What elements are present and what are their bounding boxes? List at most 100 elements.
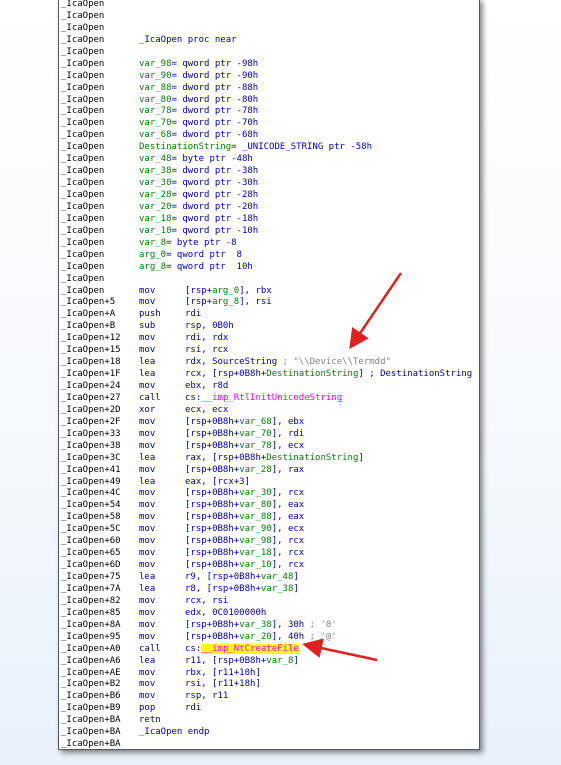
code-line[interactable]: _IcaOpen var_30= qword ptr -30h — [61, 178, 479, 190]
operand-text[interactable]: [rsp+0B8h+ — [185, 632, 239, 642]
operand-text[interactable]: [rsp+0B8h+ — [185, 512, 239, 522]
variable-name[interactable]: var_10 — [239, 560, 272, 570]
variable-name[interactable]: var_28 — [239, 465, 272, 475]
operand-text[interactable]: r8, [rsp+0B8h+ — [185, 584, 261, 594]
variable-name[interactable]: var_78 — [139, 106, 172, 116]
operand-text[interactable]: ], ecx — [272, 441, 305, 451]
operand-text[interactable]: rsp, r11 — [185, 691, 228, 701]
code-line[interactable]: _IcaOpen+58 mov [rsp+0B8h+var_88], eax — [61, 512, 479, 524]
code-line[interactable]: _IcaOpen+18 lea rdx, SourceString ; "\\Dev… — [61, 357, 479, 369]
variable-name[interactable]: var_80 — [139, 95, 172, 105]
code-line[interactable]: _IcaOpen+85 mov edx, 0C0100000h — [61, 608, 479, 620]
operand-text[interactable]: = dword ptr -90h — [172, 71, 259, 81]
code-line[interactable]: _IcaOpen+82 mov rcx, rsi — [61, 596, 479, 608]
operand-text[interactable]: = qword ptr -28h — [172, 190, 259, 200]
code-line[interactable]: _IcaOpen+49 lea eax, [rcx+3] — [61, 477, 479, 489]
operand-text[interactable]: = dword ptr -80h — [172, 95, 259, 105]
operand-text[interactable]: edx, 0C0100000h — [185, 608, 266, 618]
variable-name[interactable]: var_70 — [139, 118, 172, 128]
variable-name[interactable]: var_48 — [261, 572, 294, 582]
code-line[interactable]: _IcaOpen+A0 call cs:__imp_NtCreateFile — [61, 643, 479, 656]
operand-text[interactable]: [rsp+0B8h+ — [185, 620, 239, 630]
operand-text[interactable]: ebx, r8d — [185, 381, 228, 391]
code-line[interactable]: _IcaOpen+B9 pop rdi — [61, 703, 479, 715]
code-line[interactable]: _IcaOpen var_20= dword ptr -20h — [61, 202, 479, 214]
operand-text[interactable]: [rsp+0B8h+ — [185, 548, 239, 558]
operand-text[interactable]: ], eax — [272, 500, 305, 510]
code-line[interactable]: _IcaOpen var_98= qword ptr -98h — [61, 59, 479, 71]
code-line[interactable]: _IcaOpen+1F lea rcx, [rsp+0B8h+Destination… — [61, 369, 479, 381]
code-line[interactable]: _IcaOpen var_48= byte ptr -48h — [61, 154, 479, 166]
operand-text[interactable]: ], rsi — [239, 297, 272, 307]
operand-text[interactable]: [rsp+0B8h+ — [185, 560, 239, 570]
operand-text[interactable]: ], ecx — [272, 524, 305, 534]
operand-text[interactable]: = dword ptr -38h — [172, 166, 259, 176]
operand-text[interactable]: = qword ptr -18h — [172, 214, 259, 224]
code-line[interactable]: _IcaOpen var_68= dword ptr -68h — [61, 130, 479, 142]
operand-text[interactable]: ] — [358, 453, 363, 463]
operand-text[interactable]: ], rdi — [272, 429, 305, 439]
operand-text[interactable]: eax, [rcx+3] — [185, 477, 250, 487]
code-line[interactable]: _IcaOpen+B6 mov rsp, r11 — [61, 691, 479, 703]
variable-name[interactable]: var_78 — [239, 441, 272, 451]
code-line[interactable]: _IcaOpen+65 mov [rsp+0B8h+var_18], rcx — [61, 548, 479, 560]
code-line[interactable]: _IcaOpen+6D mov [rsp+0B8h+var_10], rcx — [61, 560, 479, 572]
code-line[interactable]: _IcaOpen+2F mov [rsp+0B8h+var_68], ebx — [61, 417, 479, 429]
operand-text[interactable]: [rsp+0B8h+ — [185, 417, 239, 427]
code-line[interactable]: _IcaOpen+27 call cs:__imp_RtlInitUnicodeSt… — [61, 393, 479, 405]
code-line[interactable]: _IcaOpen+3C lea rax, [rsp+0B8h+Destination… — [61, 453, 479, 465]
operand-text[interactable]: rsp, 0B0h — [185, 321, 234, 331]
variable-name[interactable]: var_68 — [139, 130, 172, 140]
code-line[interactable]: _IcaOpen+75 lea r9, [rsp+0B8h+var_48] — [61, 572, 479, 584]
code-line[interactable]: _IcaOpen+2D xor ecx, ecx — [61, 405, 479, 417]
operand-text[interactable]: = qword ptr -98h — [172, 59, 259, 69]
variable-name[interactable]: var_88 — [139, 83, 172, 93]
operand-text[interactable]: [rsp+0B8h+ — [185, 488, 239, 498]
variable-name[interactable]: var_90 — [139, 71, 172, 81]
operand-text[interactable]: rcx, [rsp+0B8h+ — [185, 369, 266, 379]
disassembly-listing[interactable]: _IcaOpen _IcaOpen _IcaOpen _IcaOpen _IcaOpen… — [58, 0, 480, 750]
operand-text[interactable]: ] — [293, 572, 298, 582]
code-line[interactable]: _IcaOpen var_90= dword ptr -90h — [61, 71, 479, 83]
operand-text[interactable]: ], eax — [272, 512, 305, 522]
variable-name[interactable]: var_20 — [239, 632, 272, 642]
operand-text[interactable]: ], 40h — [272, 632, 305, 642]
code-line[interactable]: _IcaOpen var_28= qword ptr -28h — [61, 190, 479, 202]
code-line[interactable]: _IcaOpen arg_0= qword ptr 8 — [61, 250, 479, 262]
variable-name[interactable]: var_8 — [139, 238, 166, 248]
code-line[interactable]: _IcaOpen+5C mov [rsp+0B8h+var_90], ecx — [61, 524, 479, 536]
code-line[interactable]: _IcaOpen — [61, 23, 479, 35]
operand-text[interactable]: = byte ptr -48h — [172, 154, 253, 164]
variable-name[interactable]: var_18 — [139, 214, 172, 224]
operand-text[interactable]: rcx, rsi — [185, 596, 228, 606]
code-line[interactable]: _IcaOpen var_8= byte ptr -8 — [61, 238, 479, 250]
variable-name[interactable]: var_28 — [139, 190, 172, 200]
operand-text[interactable]: ], ebx — [272, 417, 305, 427]
variable-name[interactable]: DestinationString — [266, 453, 358, 463]
code-line[interactable]: _IcaOpen var_88= dword ptr -88h — [61, 83, 479, 95]
variable-name[interactable]: var_38 — [239, 620, 272, 630]
variable-name[interactable]: var_98 — [139, 59, 172, 69]
code-line[interactable]: _IcaOpen — [61, 0, 479, 11]
operand-text[interactable]: = qword ptr 8 — [166, 250, 242, 260]
variable-name[interactable]: DestinationString — [266, 369, 358, 379]
variable-name[interactable]: var_38 — [139, 166, 172, 176]
import-symbol[interactable]: __imp_NtCreateFile — [201, 643, 299, 654]
code-line[interactable]: _IcaOpen+60 mov [rsp+0B8h+var_98], rcx — [61, 536, 479, 548]
operand-text[interactable]: = qword ptr -30h — [172, 178, 259, 188]
operand-text[interactable]: ], rcx — [272, 536, 305, 546]
code-line[interactable]: _IcaOpen+A push rdi — [61, 309, 479, 321]
operand-text[interactable]: ], rbx — [239, 286, 272, 296]
import-symbol[interactable]: __imp_RtlInitUnicodeString — [201, 393, 342, 403]
code-line[interactable]: _IcaOpen DestinationString= _UNICODE_STRI… — [61, 142, 479, 154]
variable-name[interactable]: var_30 — [239, 488, 272, 498]
variable-name[interactable]: DestinationString — [139, 142, 231, 152]
variable-name[interactable]: arg_0 — [139, 250, 166, 260]
code-line[interactable]: _IcaOpen+4C mov [rsp+0B8h+var_30], rcx — [61, 488, 479, 500]
code-line[interactable]: _IcaOpen+BA — [61, 739, 479, 749]
operand-text[interactable]: rsi, [r11+18h] — [185, 679, 261, 689]
operand-text[interactable]: rdi — [185, 703, 201, 713]
operand-text[interactable]: ] ; DestinationString — [358, 369, 472, 379]
code-line[interactable]: _IcaOpen+A6 lea r11, [rsp+0B8h+var_8] — [61, 656, 479, 668]
operand-text[interactable]: r9, [rsp+0B8h+ — [185, 572, 261, 582]
